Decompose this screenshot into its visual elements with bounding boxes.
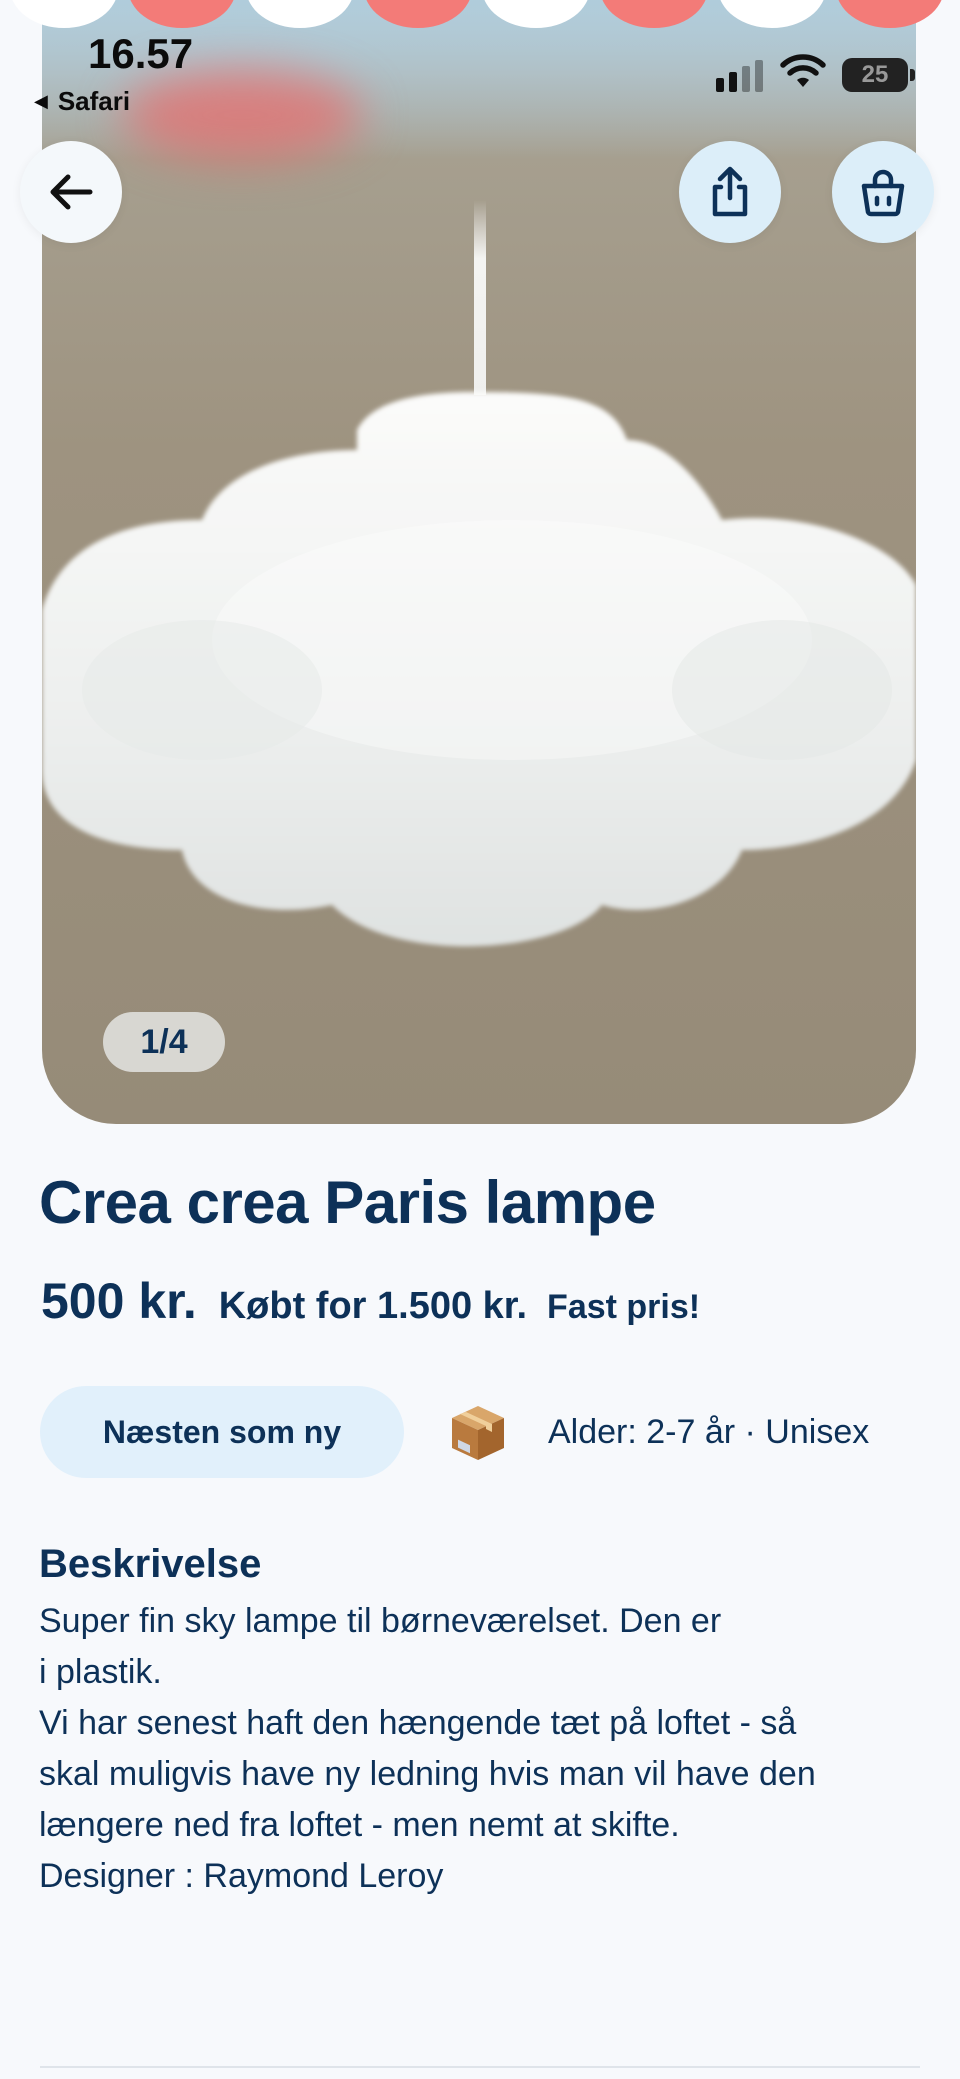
original-price: Købt for 1.500 kr.: [218, 1285, 528, 1327]
price: 500 kr.: [41, 1273, 197, 1329]
description-line: i plastik.: [39, 1653, 162, 1691]
cloud-lamp-illustration: [42, 200, 916, 947]
shopping-bag-icon: [861, 169, 905, 217]
cart-button[interactable]: [832, 141, 934, 243]
condition-chip[interactable]: Næsten som ny: [40, 1386, 404, 1478]
back-button[interactable]: [20, 141, 122, 243]
image-counter: 1/4: [103, 1012, 225, 1072]
fixed-price-label: Fast pris!: [547, 1288, 701, 1326]
product-title: Crea crea Paris lampe: [39, 1169, 656, 1236]
decorative-scallop-strip: [0, 0, 960, 30]
description-line: Super fin sky lampe til børneværelset. D…: [39, 1602, 722, 1640]
share-icon: [712, 166, 748, 217]
description-body: Super fin sky lampe til børneværelset. D…: [39, 1596, 919, 1902]
product-image[interactable]: 1/4: [42, 0, 916, 1124]
description-line: længere ned fra loftet - men nemt at ski…: [39, 1806, 680, 1844]
arrow-left-icon: [50, 174, 93, 210]
share-button[interactable]: [679, 141, 781, 243]
bottom-divider: [40, 2066, 920, 2068]
description-line: skal muligvis have ny ledning hvis man v…: [39, 1755, 816, 1793]
back-to-safari[interactable]: ◀ Safari: [34, 86, 130, 117]
condition-row: Næsten som ny Alder: 2-7 år · Unisex: [40, 1386, 920, 1478]
description-heading: Beskrivelse: [39, 1542, 262, 1586]
wifi-icon: [780, 54, 826, 87]
price-row: 500 kr. Købt for 1.500 kr. Fast pris!: [41, 1272, 700, 1330]
age-gender-text: Alder: 2-7 år · Unisex: [548, 1412, 870, 1451]
package-box-icon: [452, 1406, 504, 1460]
status-time: 16.57: [88, 30, 194, 77]
back-app-label: Safari: [57, 86, 131, 116]
back-triangle-icon: ◀: [34, 91, 48, 111]
cellular-signal-icon: [716, 60, 763, 92]
description-line: Designer : Raymond Leroy: [39, 1857, 444, 1895]
battery-indicator: 25: [842, 58, 915, 92]
description-line: Vi har senest haft den hængende tæt på l…: [39, 1704, 797, 1742]
